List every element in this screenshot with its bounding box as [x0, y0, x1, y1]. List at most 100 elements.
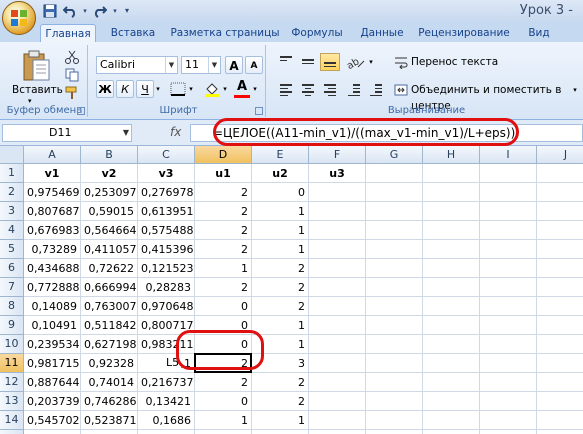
cell-f4[interactable]	[309, 221, 366, 240]
cell-j14[interactable]	[537, 411, 583, 430]
cell-c6[interactable]: 0,121523	[138, 259, 195, 278]
row-header[interactable]: 3	[0, 202, 24, 221]
column-header-e[interactable]: E	[252, 146, 309, 164]
cell-e2[interactable]: 0	[252, 183, 309, 202]
cell-f13[interactable]	[309, 392, 366, 411]
cell-d7[interactable]: 2	[195, 278, 252, 297]
cell-a5[interactable]: 0,73289	[24, 240, 81, 259]
cell-d14[interactable]: 1	[195, 411, 252, 430]
cell-a15[interactable]: 0,092089	[24, 430, 81, 434]
grow-font-button[interactable]: A	[225, 56, 243, 74]
cell-e6[interactable]: 2	[252, 259, 309, 278]
cell-e14[interactable]: 1	[252, 411, 309, 430]
cell-a7[interactable]: 0,772888	[24, 278, 81, 297]
cell-i10[interactable]	[480, 335, 537, 354]
column-header-g[interactable]: G	[366, 146, 423, 164]
row-header[interactable]: 6	[0, 259, 24, 278]
cell-g15[interactable]	[366, 430, 423, 434]
paste-button-label[interactable]: Вставить	[12, 84, 63, 96]
cell-e7[interactable]: 2	[252, 278, 309, 297]
font-size-combo[interactable]: 11 ▼	[181, 56, 221, 74]
cell-b10[interactable]: 0,627198	[81, 335, 138, 354]
customize-qat-icon[interactable]: ▾	[122, 4, 132, 18]
merge-center-dropdown-icon[interactable]: ▾	[572, 81, 578, 99]
cell-b5[interactable]: 0,411057	[81, 240, 138, 259]
cell-g11[interactable]	[366, 354, 423, 373]
cell-h14[interactable]	[423, 411, 480, 430]
row-header[interactable]: 7	[0, 278, 24, 297]
align-middle-button[interactable]	[298, 53, 318, 71]
cell-h4[interactable]	[423, 221, 480, 240]
underline-button[interactable]: Ч	[136, 80, 154, 98]
cell-h7[interactable]	[423, 278, 480, 297]
cell-f10[interactable]	[309, 335, 366, 354]
cell-e15[interactable]: 0	[252, 430, 309, 434]
cell-e1[interactable]: u2	[252, 164, 309, 183]
row-header[interactable]: 12	[0, 373, 24, 392]
cell-h6[interactable]	[423, 259, 480, 278]
cell-c12[interactable]: 0,216737	[138, 373, 195, 392]
align-center-button[interactable]	[298, 81, 318, 99]
cell-f1[interactable]: u3	[309, 164, 366, 183]
align-top-button[interactable]	[276, 53, 296, 71]
cell-j1[interactable]	[537, 164, 583, 183]
cell-b9[interactable]: 0,511842	[81, 316, 138, 335]
fill-color-icon[interactable]	[204, 81, 220, 97]
cell-a3[interactable]: 0,807687	[24, 202, 81, 221]
clipboard-launcher-icon[interactable]	[77, 107, 85, 115]
underline-dropdown-icon[interactable]: ▾	[155, 80, 161, 98]
cell-i6[interactable]	[480, 259, 537, 278]
tab-review[interactable]: Рецензирование	[418, 24, 510, 42]
row-header[interactable]: 15	[0, 430, 24, 434]
row-header[interactable]: 4	[0, 221, 24, 240]
cell-e8[interactable]: 2	[252, 297, 309, 316]
borders-icon[interactable]	[170, 82, 186, 96]
cell-d8[interactable]: 0	[195, 297, 252, 316]
cell-e13[interactable]: 2	[252, 392, 309, 411]
cell-g6[interactable]	[366, 259, 423, 278]
undo-icon[interactable]	[62, 4, 78, 18]
decrease-indent-button[interactable]	[344, 81, 364, 99]
cell-j6[interactable]	[537, 259, 583, 278]
cell-j15[interactable]	[537, 430, 583, 434]
row-header[interactable]: 14	[0, 411, 24, 430]
cell-f3[interactable]	[309, 202, 366, 221]
cell-a13[interactable]: 0,203739	[24, 392, 81, 411]
copy-icon[interactable]	[64, 68, 80, 82]
cell-a14[interactable]: 0,545702	[24, 411, 81, 430]
cell-b6[interactable]: 0,72622	[81, 259, 138, 278]
tab-view[interactable]: Вид	[524, 24, 554, 42]
row-header[interactable]: 13	[0, 392, 24, 411]
cell-f2[interactable]	[309, 183, 366, 202]
tab-page-layout[interactable]: Разметка страницы	[170, 24, 280, 42]
cell-i9[interactable]	[480, 316, 537, 335]
cell-c13[interactable]: 0,13421	[138, 392, 195, 411]
cell-j4[interactable]	[537, 221, 583, 240]
cell-d13[interactable]: 0	[195, 392, 252, 411]
orientation-icon[interactable]: ab	[346, 54, 366, 70]
cell-i15[interactable]	[480, 430, 537, 434]
cell-j7[interactable]	[537, 278, 583, 297]
cell-a4[interactable]: 0,676983	[24, 221, 81, 240]
column-header-d[interactable]: D	[195, 146, 252, 164]
cell-f5[interactable]	[309, 240, 366, 259]
cell-j5[interactable]	[537, 240, 583, 259]
cell-b14[interactable]: 0,523871	[81, 411, 138, 430]
cell-a11[interactable]: 0,981715	[24, 354, 81, 373]
cell-e9[interactable]: 1	[252, 316, 309, 335]
italic-button[interactable]: К	[116, 80, 134, 98]
cell-i13[interactable]	[480, 392, 537, 411]
tab-insert[interactable]: Вставка	[104, 24, 162, 42]
cell-i2[interactable]	[480, 183, 537, 202]
row-header[interactable]: 9	[0, 316, 24, 335]
row-header[interactable]: 1	[0, 164, 24, 183]
orientation-dropdown-icon[interactable]: ▾	[368, 53, 374, 71]
cell-b2[interactable]: 0,253097	[81, 183, 138, 202]
cell-g12[interactable]	[366, 373, 423, 392]
cell-h12[interactable]	[423, 373, 480, 392]
cell-j9[interactable]	[537, 316, 583, 335]
cell-i4[interactable]	[480, 221, 537, 240]
cell-g4[interactable]	[366, 221, 423, 240]
cell-h15[interactable]	[423, 430, 480, 434]
cell-e12[interactable]: 2	[252, 373, 309, 392]
